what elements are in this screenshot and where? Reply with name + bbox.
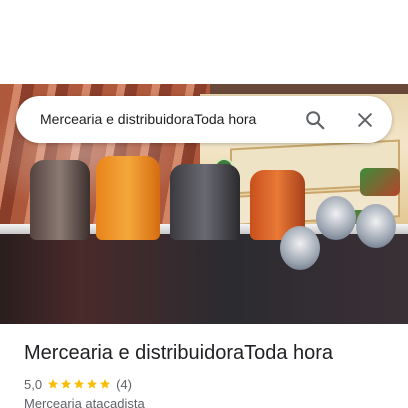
bottle bbox=[96, 156, 160, 240]
star-rating bbox=[47, 378, 111, 390]
search-icon bbox=[306, 111, 325, 130]
can bbox=[280, 226, 320, 270]
rating-row[interactable]: 5,0 (4) bbox=[24, 376, 132, 392]
close-button[interactable] bbox=[350, 105, 380, 135]
top-blank-area bbox=[0, 0, 408, 84]
place-category: Mercearia atacadista bbox=[24, 396, 145, 408]
star-icon bbox=[61, 379, 72, 389]
search-button[interactable] bbox=[300, 105, 330, 135]
close-icon bbox=[358, 113, 372, 127]
bottle bbox=[170, 164, 240, 240]
review-count: (4) bbox=[116, 376, 132, 392]
pack-graphic bbox=[360, 168, 400, 196]
can bbox=[356, 204, 396, 248]
star-icon bbox=[100, 379, 111, 389]
star-icon bbox=[87, 379, 98, 389]
star-icon bbox=[74, 379, 85, 389]
lower-shelf bbox=[0, 234, 408, 324]
can bbox=[316, 196, 356, 240]
place-title: Mercearia e distribuidoraToda hora bbox=[24, 342, 334, 364]
rating-value: 5,0 bbox=[24, 376, 43, 392]
search-input[interactable]: Mercearia e distribuidoraToda hora bbox=[40, 96, 290, 143]
search-bar[interactable]: Mercearia e distribuidoraToda hora bbox=[16, 96, 392, 143]
star-icon bbox=[48, 379, 59, 389]
bottle bbox=[30, 160, 90, 240]
